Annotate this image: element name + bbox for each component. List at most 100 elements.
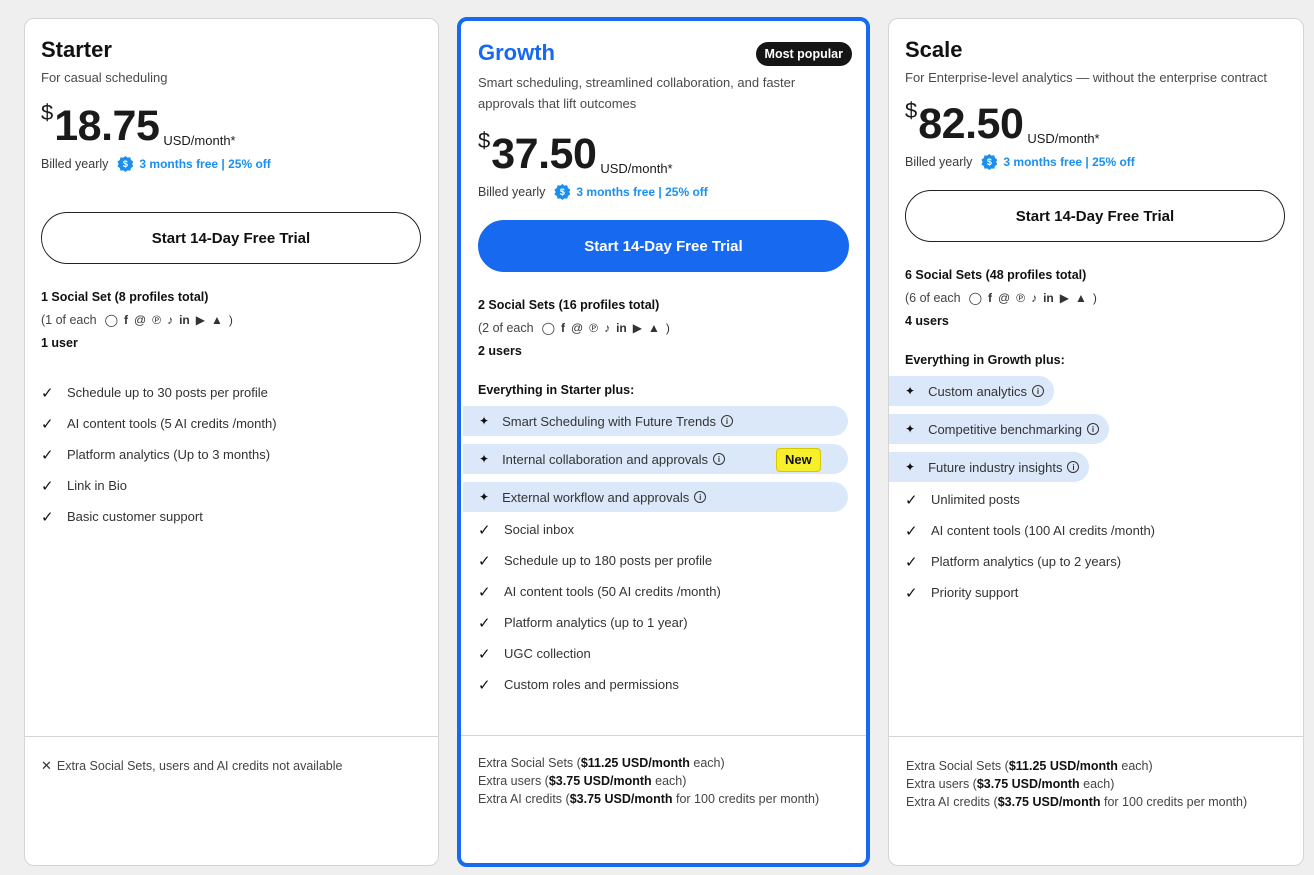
discount-label: 3 months free | 25% off — [576, 185, 708, 199]
start-trial-button[interactable]: Start 14-Day Free Trial — [478, 220, 849, 272]
list-item: ✓ Schedule up to 180 posts per profile — [478, 545, 848, 576]
feature-label: UGC collection — [504, 646, 591, 661]
sparkle-icon: ✦ — [479, 490, 490, 504]
feature-label: Basic customer support — [67, 509, 203, 524]
pinterest-icon: ℗ — [152, 313, 162, 327]
highlight-label: Internal collaboration and approvals — [502, 451, 709, 467]
youtube-icon: ▶ — [195, 313, 205, 327]
divider — [889, 736, 1303, 737]
info-icon[interactable]: i — [1067, 461, 1080, 473]
check-icon: ✓ — [478, 645, 491, 663]
list-item: ✓ Platform analytics (up to 1 year) — [478, 607, 848, 638]
tiktok-icon: ♪ — [1031, 291, 1038, 305]
threads-icon: @ — [998, 291, 1011, 305]
price-amount: 18.75 — [54, 102, 160, 150]
sets-each-label: (6 of each — [905, 291, 961, 305]
info-icon[interactable]: i — [720, 415, 733, 427]
check-icon: ✓ — [905, 553, 918, 571]
pinterest-icon: ℗ — [1016, 291, 1026, 305]
feature-label: Platform analytics (up to 2 years) — [931, 554, 1122, 569]
feature-label: AI content tools (100 AI credits /month) — [931, 523, 1156, 538]
extra-sets-price: Extra Social Sets ($11.25 USD/month each… — [478, 756, 725, 770]
discount-icon: $ — [554, 184, 571, 200]
info-icon[interactable]: i — [713, 453, 726, 465]
plan-description: For Enterprise-level analytics — without… — [905, 70, 1267, 85]
billing-info: Billed yearly $ 3 months free | 25% off — [905, 154, 1287, 170]
social-icons: ◯ f @ ℗ ♪ in ▶ ▲ ) — [542, 317, 670, 340]
linkedin-icon: in — [179, 313, 190, 327]
info-icon[interactable]: i — [694, 491, 707, 503]
billed-label: Billed yearly — [905, 155, 973, 169]
sparkle-icon: ✦ — [479, 452, 490, 466]
extra-users-price: Extra users ($3.75 USD/month each) — [906, 777, 1115, 791]
feature-label: Platform analytics (Up to 3 months) — [67, 447, 271, 462]
sets-title: 2 Social Sets (16 profiles total) — [478, 298, 660, 312]
discount-icon: $ — [117, 156, 134, 172]
divider — [461, 735, 866, 736]
instagram-icon: ◯ — [968, 291, 983, 305]
users-count: 4 users — [905, 314, 949, 328]
sparkle-icon: ✦ — [905, 460, 916, 474]
check-icon: ✓ — [41, 477, 54, 495]
price: $ 82.50 USD/month* — [905, 98, 1287, 150]
info-icon[interactable]: i — [1032, 385, 1045, 397]
check-icon: ✓ — [478, 552, 491, 570]
feature-label: Platform analytics (up to 1 year) — [504, 615, 688, 630]
sets-each-label: (1 of each — [41, 313, 97, 327]
check-icon: ✓ — [478, 676, 491, 694]
highlight-list: ✦ Custom analytics i ✦ Competitive benchmar… — [889, 376, 1287, 482]
highlight-item: ✦ External workflow and approvals i — [463, 482, 848, 512]
linkedin-icon: in — [1043, 291, 1054, 305]
social-sets: 6 Social Sets (48 profiles total) (6 of … — [905, 264, 1287, 333]
billed-label: Billed yearly — [41, 157, 109, 171]
highlight-label: Future industry insights — [928, 459, 1063, 475]
feature-label: AI content tools (5 AI credits /month) — [67, 416, 277, 431]
feature-label: Custom roles and permissions — [504, 677, 679, 692]
users-count: 2 users — [478, 344, 522, 358]
plan-description: For casual scheduling — [41, 70, 168, 85]
list-item: ✓ Unlimited posts — [905, 484, 1287, 515]
sets-each: (1 of each ◯ f @ ℗ ♪ in ▶ ▲ ) — [41, 309, 422, 332]
plus-title: Everything in Growth plus: — [905, 353, 1065, 367]
sets-each-close: ) — [228, 313, 233, 327]
threads-icon: @ — [134, 313, 147, 327]
check-icon: ✓ — [905, 491, 918, 509]
extra-ai-credits-price: Extra AI credits ($3.75 USD/month for 10… — [906, 795, 1248, 809]
most-popular-badge: Most popular — [755, 42, 852, 66]
billing-info: Billed yearly $ 3 months free | 25% off — [478, 184, 848, 200]
highlight-label: Competitive benchmarking — [928, 421, 1082, 437]
highlight-item: ✦ Future industry insights i — [889, 452, 1090, 482]
sets-title: 1 Social Set (8 profiles total) — [41, 290, 209, 304]
list-item: ✓ Social inbox — [478, 514, 848, 545]
check-icon: ✓ — [478, 521, 491, 539]
billed-label: Billed yearly — [478, 185, 546, 199]
feature-list: ✓ Social inbox ✓ Schedule up to 180 posts … — [478, 514, 848, 700]
start-trial-button[interactable]: Start 14-Day Free Trial — [41, 212, 421, 264]
sets-title: 6 Social Sets (48 profiles total) — [905, 268, 1087, 282]
price-unit: USD/month* — [1027, 131, 1100, 146]
extras-footer: ✕ Extra Social Sets, users and AI credits… — [41, 757, 422, 775]
snapchat-icon: ▲ — [1074, 291, 1087, 305]
billing-info: Billed yearly $ 3 months free | 25% off — [41, 156, 422, 172]
check-icon: ✓ — [478, 583, 491, 601]
start-trial-button[interactable]: Start 14-Day Free Trial — [905, 190, 1285, 242]
list-item: ✓ Link in Bio — [41, 470, 422, 501]
extras-unavailable: Extra Social Sets, users and AI credits … — [56, 759, 343, 773]
plan-description: Smart scheduling, streamlined collaborat… — [478, 75, 796, 111]
info-icon[interactable]: i — [1086, 423, 1099, 435]
sets-each-close: ) — [665, 321, 670, 335]
social-icons: ◯ f @ ℗ ♪ in ▶ ▲ ) — [969, 287, 1097, 310]
threads-icon: @ — [571, 321, 584, 335]
list-item: ✓ AI content tools (5 AI credits /month) — [41, 408, 422, 439]
price: $ 37.50 USD/month* — [478, 128, 848, 180]
extra-ai-credits-price: Extra AI credits ($3.75 USD/month for 10… — [478, 792, 820, 806]
sparkle-icon: ✦ — [905, 422, 916, 436]
facebook-icon: f — [561, 321, 566, 335]
currency-symbol: $ — [905, 98, 918, 123]
plan-card-scale: Scale For Enterprise-level analytics — w… — [888, 18, 1304, 866]
list-item: ✓ Priority support — [905, 577, 1287, 608]
sets-each-close: ) — [1092, 291, 1097, 305]
plan-name: Starter — [41, 37, 112, 62]
highlight-label: Smart Scheduling with Future Trends — [502, 413, 716, 429]
check-icon: ✓ — [905, 584, 918, 602]
